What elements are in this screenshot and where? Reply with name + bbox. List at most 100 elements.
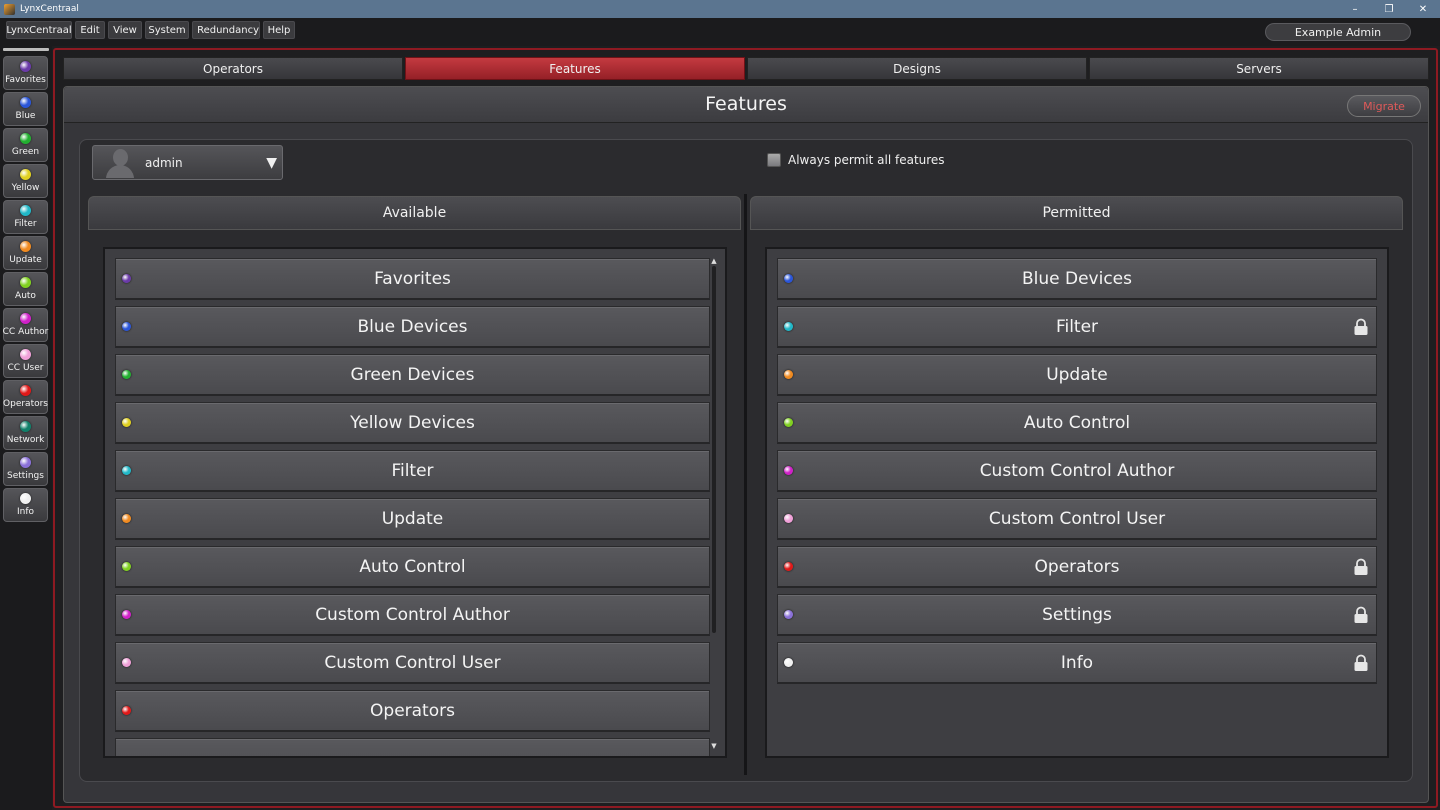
sidebar-item-label: Network — [6, 435, 45, 445]
sidebar-top-divider — [3, 48, 49, 51]
feature-color-dot-icon — [784, 370, 793, 379]
tab-label: Operators — [203, 61, 263, 76]
sidebar-item-update[interactable]: Update — [3, 236, 48, 270]
feature-label: Custom Control User — [988, 508, 1166, 529]
feature-row-filter[interactable]: Filter — [777, 306, 1377, 348]
menu-system[interactable]: System — [145, 21, 189, 39]
lock-icon — [1353, 558, 1369, 576]
sidebar-item-label: Operators — [3, 399, 48, 409]
always-permit-label: Always permit all features — [788, 153, 945, 167]
feature-row-blue-devices[interactable]: Blue Devices — [777, 258, 1377, 300]
feature-row-custom-control-user[interactable]: Custom Control User — [115, 642, 710, 684]
feature-row-settings[interactable]: Settings — [777, 594, 1377, 636]
sidebar-item-cc-user[interactable]: CC User — [3, 344, 48, 378]
tab-servers[interactable]: Servers — [1089, 57, 1429, 80]
available-scrollbar[interactable]: ▲ ▼ — [710, 257, 718, 750]
feature-row-custom-control-user[interactable]: Custom Control User — [777, 498, 1377, 540]
tab-operators[interactable]: Operators — [63, 57, 403, 80]
tab-designs[interactable]: Designs — [747, 57, 1087, 80]
scrollbar-thumb[interactable] — [712, 266, 716, 633]
feature-row-filter[interactable]: Filter — [115, 450, 710, 492]
feature-row-auto-control[interactable]: Auto Control — [115, 546, 710, 588]
feature-label: Update — [1046, 364, 1108, 385]
status-dot-icon — [20, 313, 31, 324]
sidebar-item-green[interactable]: Green — [3, 128, 48, 162]
status-dot-icon — [20, 493, 31, 504]
close-icon[interactable]: ✕ — [1406, 0, 1440, 18]
sidebar-item-network[interactable]: Network — [3, 416, 48, 450]
feature-label: Custom Control Author — [315, 604, 510, 625]
sidebar-item-auto[interactable]: Auto — [3, 272, 48, 306]
feature-color-dot-icon — [784, 274, 793, 283]
feature-label: Blue Devices — [357, 316, 468, 337]
always-permit-checkbox[interactable] — [767, 153, 781, 167]
status-dot-icon — [20, 421, 31, 432]
menu-view[interactable]: View — [108, 21, 142, 39]
feature-color-dot-icon — [122, 514, 131, 523]
scroll-up-icon[interactable]: ▲ — [710, 257, 718, 265]
feature-row-update[interactable]: Update — [777, 354, 1377, 396]
feature-row-custom-control-author[interactable]: Custom Control Author — [777, 450, 1377, 492]
feature-label: Filter — [391, 460, 434, 481]
status-dot-icon — [20, 457, 31, 468]
column-splitter[interactable] — [744, 194, 747, 775]
feature-row-custom-control-author[interactable]: Custom Control Author — [115, 594, 710, 636]
feature-row-favorites[interactable]: Favorites — [115, 258, 710, 300]
sidebar-item-label: Update — [9, 255, 42, 265]
menu-lynxcentraal[interactable]: LynxCentraal — [6, 21, 72, 39]
app-icon — [4, 3, 15, 15]
sidebar-item-label: CC Author — [2, 327, 49, 337]
sidebar-item-favorites[interactable]: Favorites — [3, 56, 48, 90]
migrate-button[interactable]: Migrate — [1347, 95, 1421, 117]
minimize-icon[interactable]: – — [1338, 0, 1372, 18]
feature-row-blank[interactable] — [115, 738, 710, 756]
sidebar-item-yellow[interactable]: Yellow — [3, 164, 48, 198]
feature-color-dot-icon — [784, 658, 793, 667]
feature-color-dot-icon — [784, 514, 793, 523]
feature-color-dot-icon — [784, 562, 793, 571]
feature-row-yellow-devices[interactable]: Yellow Devices — [115, 402, 710, 444]
feature-row-blue-devices[interactable]: Blue Devices — [115, 306, 710, 348]
sidebar-item-info[interactable]: Info — [3, 488, 48, 522]
always-permit-toggle[interactable]: Always permit all features — [767, 153, 945, 167]
feature-row-operators[interactable]: Operators — [115, 690, 710, 732]
menu-label: System — [148, 24, 186, 36]
feature-row-update[interactable]: Update — [115, 498, 710, 540]
feature-row-green-devices[interactable]: Green Devices — [115, 354, 710, 396]
scroll-down-icon[interactable]: ▼ — [710, 742, 718, 750]
status-dot-icon — [20, 97, 31, 108]
feature-color-dot-icon — [784, 322, 793, 331]
feature-row-info[interactable]: Info — [777, 642, 1377, 684]
sidebar-item-cc-author[interactable]: CC Author — [3, 308, 48, 342]
avatar-icon — [105, 148, 135, 178]
sidebar-item-blue[interactable]: Blue — [3, 92, 48, 126]
feature-row-operators[interactable]: Operators — [777, 546, 1377, 588]
restore-icon[interactable]: ❐ — [1372, 0, 1406, 18]
sidebar-item-label: Favorites — [5, 75, 46, 85]
user-select-dropdown[interactable]: admin ▼ — [92, 145, 283, 180]
feature-color-dot-icon — [122, 370, 131, 379]
sidebar: Favorites Blue Green Yellow Filter Update Auto… — [0, 46, 52, 810]
sidebar-item-operators[interactable]: Operators — [3, 380, 48, 414]
feature-label: Blue Devices — [1021, 268, 1133, 289]
menu-edit[interactable]: Edit — [75, 21, 105, 39]
sidebar-item-label: Yellow — [11, 183, 40, 193]
page-title: Features — [705, 93, 787, 115]
feature-color-dot-icon — [122, 706, 131, 715]
feature-label: Update — [381, 508, 444, 529]
feature-label: Filter — [1055, 316, 1099, 337]
sidebar-item-settings[interactable]: Settings — [3, 452, 48, 486]
tab-label: Designs — [893, 61, 941, 76]
sidebar-item-label: CC User — [7, 363, 44, 373]
feature-color-dot-icon — [122, 322, 131, 331]
lock-icon — [1353, 654, 1369, 672]
sidebar-item-filter[interactable]: Filter — [3, 200, 48, 234]
lock-icon — [1353, 318, 1369, 336]
menu-help[interactable]: Help — [263, 21, 295, 39]
menu-redundancy[interactable]: Redundancy — [192, 21, 260, 39]
feature-row-auto-control[interactable]: Auto Control — [777, 402, 1377, 444]
feature-color-dot-icon — [122, 274, 131, 283]
user-button[interactable]: Example Admin — [1265, 23, 1411, 41]
window-controls: – ❐ ✕ — [1338, 0, 1440, 18]
tab-features[interactable]: Features — [405, 57, 745, 80]
